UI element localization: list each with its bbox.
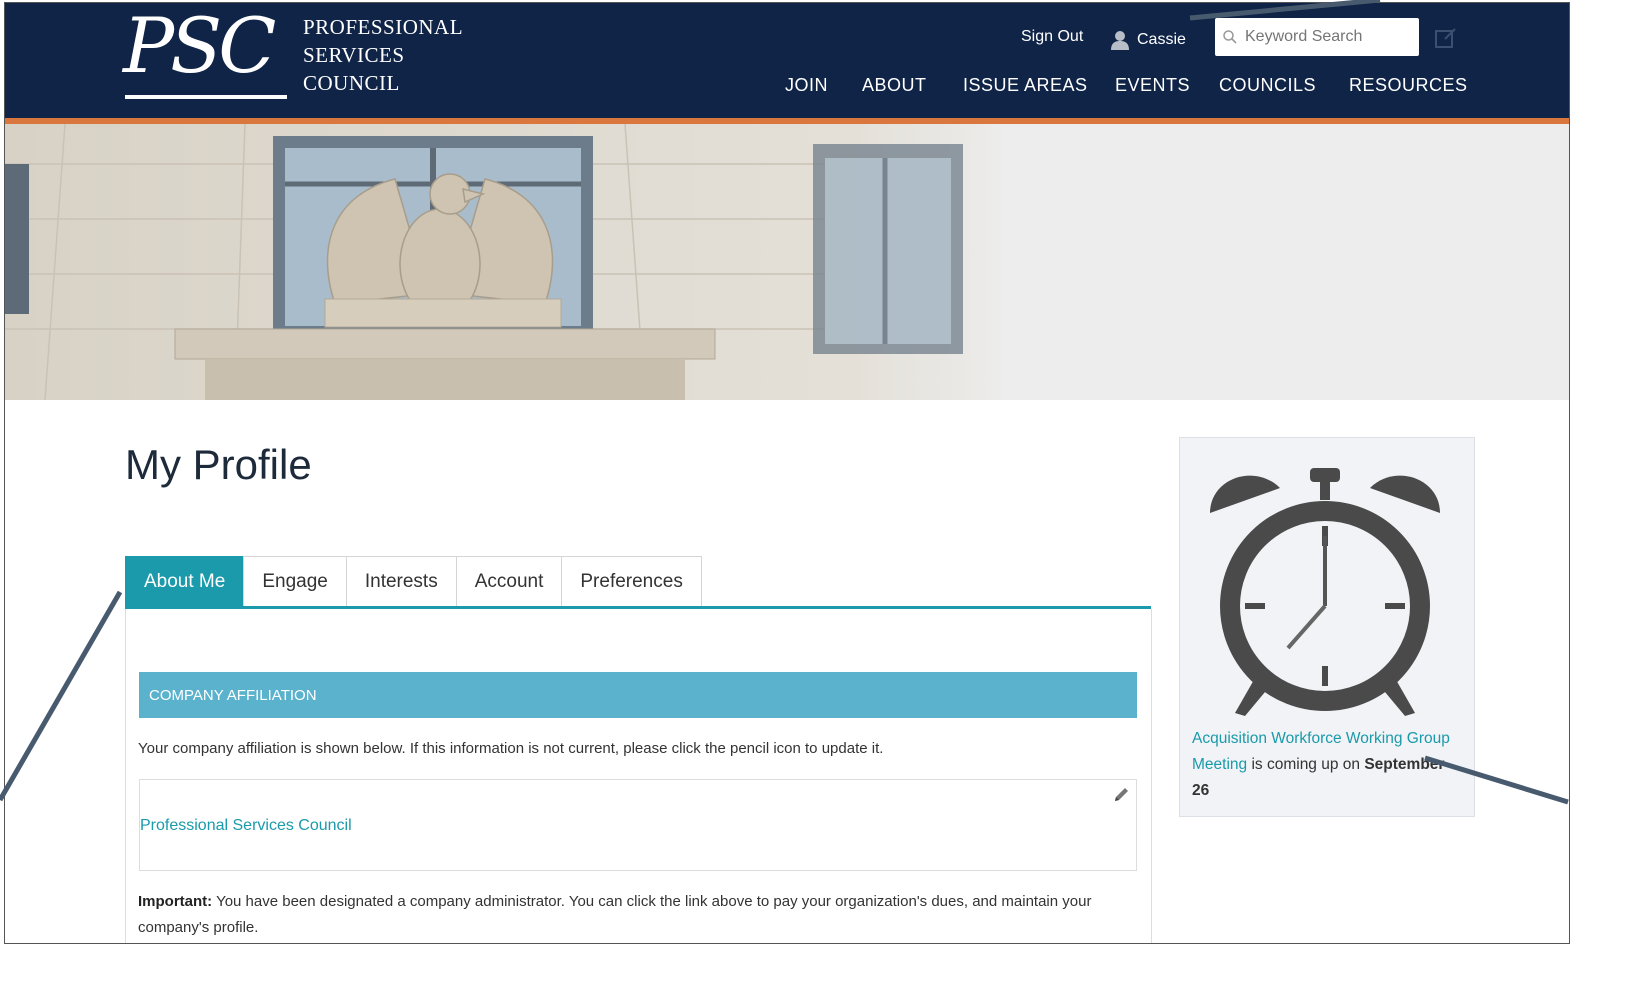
browser-frame: PSC PROFESSIONAL SERVICES COUNCIL Sign O… — [4, 2, 1570, 944]
important-label: Important: — [138, 893, 213, 910]
search-input[interactable] — [1243, 27, 1407, 47]
tab-engage[interactable]: Engage — [243, 556, 347, 606]
site-header: PSC PROFESSIONAL SERVICES COUNCIL Sign O… — [5, 3, 1569, 118]
logo-line-2: SERVICES — [303, 43, 405, 67]
page-title: My Profile — [125, 441, 312, 488]
profile-tabs: About Me Engage Interests Account Prefer… — [125, 556, 702, 608]
affiliation-description: Your company affiliation is shown below.… — [138, 740, 884, 757]
sign-out-link[interactable]: Sign Out — [1021, 28, 1083, 52]
nav-join[interactable]: JOIN — [785, 75, 828, 96]
logo-line-1: PROFESSIONAL — [303, 15, 464, 39]
company-link[interactable]: Professional Services Council — [140, 817, 352, 835]
search-icon — [1223, 30, 1237, 44]
user-account-link[interactable]: Cassie — [1111, 28, 1186, 52]
logo-underline — [125, 95, 287, 99]
search-box[interactable] — [1215, 18, 1419, 56]
logo-mark: PSC — [123, 2, 276, 90]
section-heading: COMPANY AFFILIATION — [139, 672, 1137, 718]
important-text: You have been designated a company admin… — [138, 893, 1092, 936]
edit-icon[interactable] — [1435, 27, 1457, 49]
hero-banner — [5, 123, 1569, 401]
tab-interests[interactable]: Interests — [345, 556, 457, 606]
alarm-clock-icon — [1210, 468, 1440, 716]
logo-line-3: COUNCIL — [303, 71, 400, 95]
nav-issue-areas[interactable]: ISSUE AREAS — [963, 75, 1088, 96]
eagle-building-image — [5, 123, 1005, 401]
tab-account[interactable]: Account — [455, 556, 563, 606]
nav-about[interactable]: ABOUT — [862, 75, 927, 96]
event-reminder-text: Acquisition Workforce Working Group Meet… — [1192, 726, 1462, 804]
pencil-icon[interactable] — [1112, 786, 1130, 804]
nav-events[interactable]: EVENTS — [1115, 75, 1190, 96]
logo-wordmark: PROFESSIONAL SERVICES COUNCIL — [303, 13, 463, 97]
user-name: Cassie — [1137, 31, 1186, 48]
company-affiliation-box: Professional Services Council — [139, 779, 1137, 871]
event-coming-text: is coming up on — [1247, 756, 1365, 773]
nav-resources[interactable]: RESOURCES — [1349, 75, 1468, 96]
tab-preferences[interactable]: Preferences — [561, 556, 702, 606]
user-icon — [1111, 31, 1129, 50]
nav-councils[interactable]: COUNCILS — [1219, 75, 1316, 96]
psc-logo[interactable]: PSC PROFESSIONAL SERVICES COUNCIL — [123, 3, 483, 104]
tab-about-me[interactable]: About Me — [125, 556, 245, 606]
important-note: Important: You have been designated a co… — [138, 889, 1128, 941]
upcoming-event-card: Acquisition Workforce Working Group Meet… — [1179, 437, 1475, 817]
